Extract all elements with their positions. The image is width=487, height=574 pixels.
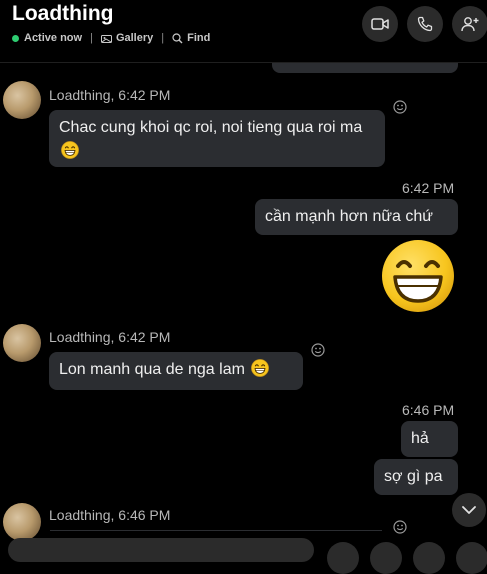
message-bubble: [50, 530, 382, 531]
reaction-button[interactable]: [393, 100, 407, 114]
find-label: Find: [187, 32, 211, 44]
sender-name-time: Loadthing, 6:42 PM: [49, 329, 171, 345]
message-text: Chac cung khoi qc roi, noi tieng qua roi…: [59, 119, 363, 136]
sender-name-time: Loadthing, 6:46 PM: [49, 507, 171, 523]
voice-call-icon: [417, 16, 433, 32]
gallery-link[interactable]: Gallery: [100, 32, 154, 44]
video-call-button[interactable]: [362, 6, 398, 42]
gallery-label: Gallery: [115, 32, 154, 44]
separator: |: [161, 32, 165, 44]
avatar[interactable]: [3, 81, 41, 119]
message-text: cần mạnh hơn nữa chứ: [265, 208, 434, 225]
reaction-button[interactable]: [393, 520, 407, 534]
message-time: 6:46 PM: [402, 402, 455, 418]
grin-emoji: [61, 141, 79, 159]
avatar[interactable]: [3, 324, 41, 362]
message-text: sợ gì pa: [384, 468, 443, 485]
grin-emoji: [251, 359, 270, 377]
avatar[interactable]: [3, 503, 41, 541]
gallery-icon: [100, 34, 112, 43]
reaction-icon: [393, 520, 407, 534]
chat-header: Loadthing Active now | Gallery | Find: [0, 0, 487, 63]
composer-button[interactable]: [456, 542, 487, 574]
composer-button[interactable]: [327, 542, 359, 574]
reaction-button[interactable]: [311, 343, 325, 357]
active-status-text: Active now: [24, 32, 83, 44]
message-bubble[interactable]: sợ gì pa: [374, 459, 458, 495]
voice-call-button[interactable]: [407, 6, 443, 42]
message-time: 6:42 PM: [402, 180, 455, 196]
message-bubble[interactable]: hả: [401, 421, 458, 457]
separator: |: [90, 32, 93, 44]
reaction-icon: [393, 100, 407, 114]
composer-button[interactable]: [370, 542, 402, 574]
sender-name-time: Loadthing, 6:42 PM: [49, 87, 171, 103]
active-status-dot: [12, 34, 19, 42]
message-input[interactable]: [8, 538, 314, 562]
chat-subtitle-row: Active now | Gallery | Find: [12, 32, 210, 44]
big-grin-emoji[interactable]: [381, 239, 455, 313]
reaction-icon: [311, 343, 325, 357]
add-person-button[interactable]: [452, 6, 487, 42]
add-person-icon: [461, 17, 479, 32]
previous-message-bubble: [272, 62, 458, 73]
message-bubble[interactable]: Chac cung khoi qc roi, noi tieng qua roi…: [49, 110, 385, 167]
scroll-down-icon: [462, 506, 476, 514]
message-bubble[interactable]: Lon manh qua de nga lam: [49, 352, 303, 390]
message-text: hả: [411, 430, 429, 447]
find-icon: [172, 32, 183, 43]
composer-button[interactable]: [413, 542, 445, 574]
message-text: Lon manh qua de nga lam: [59, 361, 245, 378]
scroll-down-button[interactable]: [452, 493, 486, 527]
find-link[interactable]: Find: [172, 32, 210, 44]
chat-title[interactable]: Loadthing: [12, 2, 113, 26]
video-call-icon: [371, 18, 389, 30]
message-bubble[interactable]: cần mạnh hơn nữa chứ: [255, 199, 458, 235]
